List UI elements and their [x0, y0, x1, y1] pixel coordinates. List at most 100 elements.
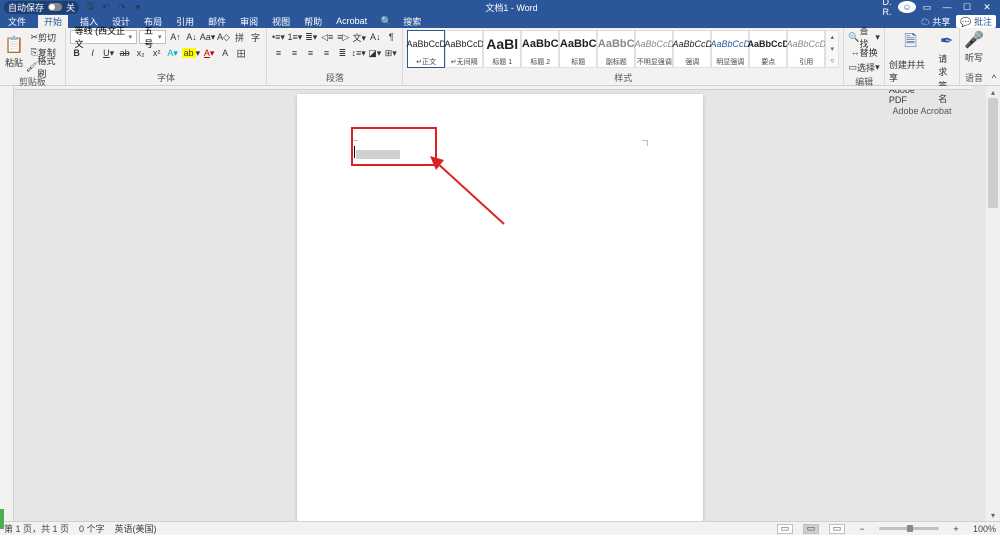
- chevron-up-icon[interactable]: ▴: [826, 31, 838, 43]
- tab-file[interactable]: 文件: [6, 15, 28, 28]
- chevron-down-icon[interactable]: ▾: [826, 43, 838, 55]
- distributed-icon[interactable]: ≣: [335, 46, 349, 60]
- save-icon[interactable]: 🖫: [83, 0, 97, 14]
- style-no-spacing[interactable]: AaBbCcD↵无间隔: [445, 30, 483, 68]
- strikethrough-icon[interactable]: ab: [118, 46, 132, 60]
- clear-formatting-icon[interactable]: A◇: [216, 30, 230, 44]
- status-page[interactable]: 第 1 页，共 1 页: [4, 522, 69, 535]
- styles-gallery-nav[interactable]: ▴▾▿: [825, 30, 839, 68]
- tab-view[interactable]: 视图: [270, 15, 292, 28]
- document-area[interactable]: [14, 86, 986, 521]
- tab-home[interactable]: 开始: [38, 15, 68, 28]
- redo-icon[interactable]: ↷: [115, 0, 129, 14]
- borders-icon[interactable]: ⊞▾: [384, 46, 398, 60]
- change-case-icon[interactable]: Aa▾: [200, 30, 214, 44]
- tab-mailings[interactable]: 邮件: [206, 15, 228, 28]
- text-effects-icon[interactable]: A▾: [166, 46, 180, 60]
- zoom-out-icon[interactable]: −: [855, 522, 869, 536]
- ribbon-display-options-icon[interactable]: ▭: [918, 2, 936, 13]
- bullets-icon[interactable]: •≡▾: [271, 30, 285, 44]
- style-strong[interactable]: AaBbCcD要点: [749, 30, 787, 68]
- character-shading-icon[interactable]: A: [218, 46, 232, 60]
- shrink-font-icon[interactable]: A↓: [184, 30, 198, 44]
- paste-button[interactable]: 📋 粘贴: [4, 35, 24, 69]
- grow-font-icon[interactable]: A↑: [168, 30, 182, 44]
- font-size-dropdown[interactable]: 五号▾: [139, 30, 166, 44]
- tab-help[interactable]: 帮助: [302, 15, 324, 28]
- style-normal[interactable]: AaBbCcD↵正文: [407, 30, 445, 68]
- minimize-icon[interactable]: —: [938, 2, 956, 12]
- view-read-mode-icon[interactable]: ▭: [777, 524, 793, 534]
- scroll-down-icon[interactable]: ▾: [986, 509, 1000, 521]
- vertical-scrollbar[interactable]: ▴ ▾: [986, 86, 1000, 521]
- phonetic-guide-icon[interactable]: 拼: [232, 30, 246, 44]
- style-heading1[interactable]: AaBl标题 1: [483, 30, 521, 68]
- zoom-in-icon[interactable]: +: [949, 522, 963, 536]
- format-painter-button[interactable]: 🖌 格式刷: [26, 60, 61, 74]
- style-subtle-emphasis[interactable]: AaBbCcD不明显强调: [635, 30, 673, 68]
- align-right-icon[interactable]: ≡: [303, 46, 317, 60]
- scroll-thumb[interactable]: [988, 98, 998, 208]
- search-label[interactable]: 搜索: [403, 15, 421, 28]
- replace-button[interactable]: ↔ 替换: [848, 45, 880, 59]
- tab-references[interactable]: 引用: [174, 15, 196, 28]
- superscript-icon[interactable]: x²: [150, 46, 164, 60]
- decrease-indent-icon[interactable]: ◁≡: [320, 30, 334, 44]
- zoom-slider[interactable]: [879, 527, 939, 530]
- character-border-icon[interactable]: ⽥: [234, 46, 248, 60]
- bold-icon[interactable]: B: [70, 46, 84, 60]
- underline-icon[interactable]: U▾: [102, 46, 116, 60]
- vertical-ruler[interactable]: [0, 86, 14, 521]
- sort-icon[interactable]: A↓: [368, 30, 382, 44]
- status-language[interactable]: 英语(美国): [115, 522, 157, 535]
- cut-button[interactable]: ✂ 剪切: [26, 30, 61, 44]
- find-button[interactable]: 🔍 查找 ▾: [848, 30, 880, 44]
- collapse-ribbon-icon[interactable]: ^: [987, 71, 1000, 85]
- style-emphasis[interactable]: AaBbCcD强调: [673, 30, 711, 68]
- zoom-slider-knob[interactable]: [907, 525, 913, 532]
- comments-button[interactable]: 💬 批注: [956, 15, 996, 28]
- user-avatar-icon[interactable]: ☺: [898, 1, 916, 13]
- numbering-icon[interactable]: 1≡▾: [287, 30, 302, 44]
- select-button[interactable]: ▭ 选择 ▾: [848, 60, 880, 74]
- tab-acrobat[interactable]: Acrobat: [334, 16, 369, 26]
- maximize-icon[interactable]: ☐: [958, 2, 976, 13]
- show-hide-marks-icon[interactable]: ¶: [384, 30, 398, 44]
- autosave-toggle[interactable]: 自动保存 关: [4, 1, 79, 14]
- font-name-dropdown[interactable]: 等线 (西文正文▾: [70, 30, 137, 44]
- horizontal-ruler[interactable]: [14, 86, 972, 90]
- enclose-characters-icon[interactable]: 字: [248, 30, 262, 44]
- tab-review[interactable]: 审阅: [238, 15, 260, 28]
- italic-icon[interactable]: I: [86, 46, 100, 60]
- shading-icon[interactable]: ◪▾: [368, 46, 382, 60]
- increase-indent-icon[interactable]: ≡▷: [336, 30, 350, 44]
- asian-layout-icon[interactable]: 文▾: [352, 30, 366, 44]
- close-icon[interactable]: ✕: [978, 2, 996, 13]
- subscript-icon[interactable]: x₂: [134, 46, 148, 60]
- style-quote[interactable]: AaBbCcD引用: [787, 30, 825, 68]
- font-color-icon[interactable]: A▾: [202, 46, 216, 60]
- status-word-count[interactable]: 0 个字: [79, 522, 105, 535]
- share-button[interactable]: ☁ 共享: [921, 15, 951, 28]
- zoom-level[interactable]: 100%: [973, 524, 996, 534]
- dictate-button[interactable]: 🎤 听写: [964, 30, 984, 64]
- search-icon[interactable]: 🔍: [379, 14, 393, 28]
- view-web-layout-icon[interactable]: ▭: [829, 524, 845, 534]
- style-heading2[interactable]: AaBbC标题 2: [521, 30, 559, 68]
- line-spacing-icon[interactable]: ↕≡▾: [351, 46, 365, 60]
- style-subtitle[interactable]: AaBbC副标题: [597, 30, 635, 68]
- highlight-icon[interactable]: ab▾: [182, 46, 201, 60]
- expand-gallery-icon[interactable]: ▿: [826, 55, 838, 67]
- undo-icon[interactable]: ↶: [99, 0, 113, 14]
- align-left-icon[interactable]: ≡: [271, 46, 285, 60]
- multilevel-list-icon[interactable]: ≣▾: [304, 30, 318, 44]
- scroll-track[interactable]: [986, 98, 1000, 509]
- user-name[interactable]: D. R.: [878, 0, 896, 17]
- justify-icon[interactable]: ≡: [319, 46, 333, 60]
- style-title[interactable]: AaBbC标题: [559, 30, 597, 68]
- view-print-layout-icon[interactable]: ▭: [803, 524, 819, 534]
- qat-more-icon[interactable]: ▾: [131, 0, 145, 14]
- style-intense-emphasis[interactable]: AaBbCcD明显强调: [711, 30, 749, 68]
- scroll-up-icon[interactable]: ▴: [986, 86, 1000, 98]
- align-center-icon[interactable]: ≡: [287, 46, 301, 60]
